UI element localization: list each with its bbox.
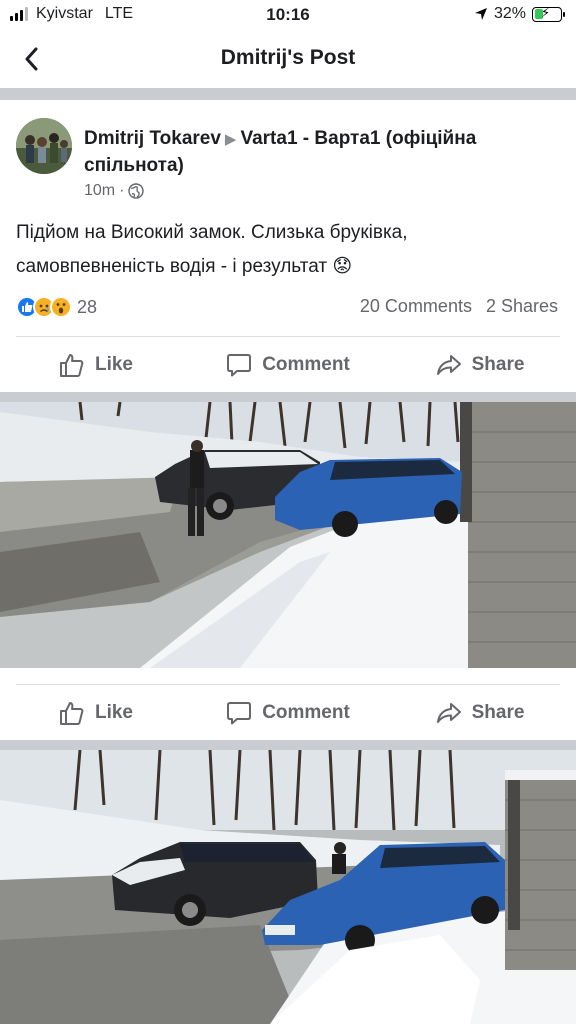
like-label: Like (94, 354, 134, 375)
author-name[interactable]: Dmitrij Tokarev (84, 128, 221, 149)
post-text: Підйом на Високий замок. Слизька бруківк… (16, 216, 561, 284)
feed-divider (0, 88, 576, 100)
reaction-count: 28 (77, 296, 98, 317)
reaction-summary[interactable]: 28 (16, 296, 97, 318)
comment-bubble-icon (227, 354, 252, 377)
wow-reaction-icon (50, 296, 72, 318)
battery-icon: ⚡ (532, 5, 565, 22)
share-arrow-icon (436, 355, 461, 375)
like-label: Like (94, 702, 134, 723)
shared-to-arrow-icon: ▶ (224, 131, 237, 148)
globe-icon (128, 183, 145, 199)
divider (16, 336, 560, 337)
worried-face-emoji: 😟 (332, 256, 353, 277)
thumbs-up-icon (59, 702, 84, 725)
shares-count[interactable]: 2 Shares (486, 296, 558, 317)
comment-button[interactable]: Comment (192, 340, 384, 390)
share-label: Share (471, 702, 525, 723)
share-button[interactable]: Share (384, 340, 576, 390)
feed-divider (0, 740, 576, 750)
feed-divider (0, 392, 576, 402)
battery-percent: 32% (493, 5, 526, 22)
thumbs-up-icon (59, 354, 84, 377)
nav-bar: Dmitrij's Post (0, 30, 576, 88)
comment-label: Comment (262, 702, 350, 723)
post-time[interactable]: 10m (84, 182, 115, 200)
like-button[interactable]: Like (0, 340, 192, 390)
post-text-line-1: Підйом на Високий замок. Слизька бруківк… (16, 222, 408, 243)
post-action-bar: Like Comment Share (0, 340, 576, 390)
comments-count[interactable]: 20 Comments (360, 296, 472, 317)
photo-comment-button[interactable]: Comment (192, 688, 384, 738)
share-label: Share (471, 354, 525, 375)
status-bar: Kyivstar LTE 10:16 32% ⚡ (0, 0, 576, 30)
photo-like-button[interactable]: Like (0, 688, 192, 738)
share-arrow-icon (436, 703, 461, 723)
post-meta: 10m · (84, 182, 145, 200)
location-arrow-icon (474, 8, 487, 20)
post-text-line-2: самовпевненість водія - і результат (16, 256, 328, 277)
avatar[interactable] (16, 118, 72, 174)
post-stats: 20 Comments 2 Shares (360, 296, 558, 317)
post-photo[interactable] (0, 402, 576, 668)
photo-share-button[interactable]: Share (384, 688, 576, 738)
post-photo[interactable] (0, 750, 576, 1024)
comment-bubble-icon (227, 702, 252, 725)
comment-label: Comment (262, 354, 350, 375)
photo-action-bar: Like Comment Share (0, 688, 576, 738)
page-title: Dmitrij's Post (220, 46, 356, 69)
post-author-line: Dmitrij Tokarev ▶ Varta1 - Варта1 (офіційн… (84, 126, 554, 179)
divider (16, 684, 560, 685)
